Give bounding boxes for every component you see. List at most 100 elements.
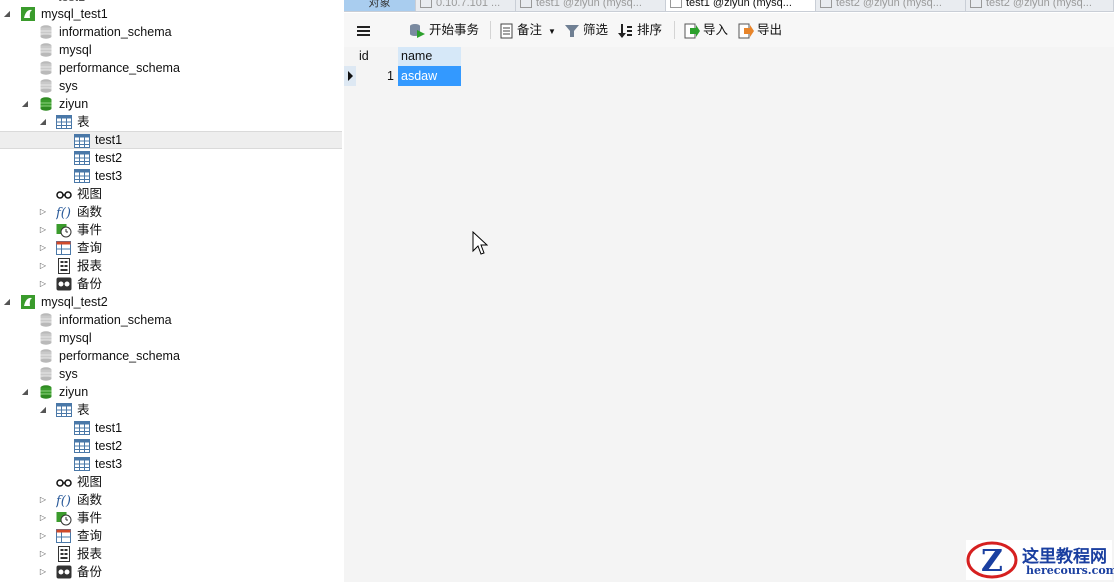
tree-group-event[interactable]: ▷ 事件 xyxy=(0,221,342,239)
column-header-id[interactable]: id xyxy=(356,47,398,66)
begin-transaction-button[interactable]: 开始事务 xyxy=(408,20,479,40)
tree-item-label: 备份 xyxy=(77,277,103,291)
tree-table-test2[interactable]: test2 xyxy=(0,437,342,455)
row-indicator[interactable] xyxy=(344,66,356,86)
tree-item-label: 事件 xyxy=(77,223,103,237)
tree-table-test3[interactable]: test3 xyxy=(0,167,342,185)
tree-database-mysql[interactable]: mysql xyxy=(0,329,342,347)
collapsed-arrow-icon[interactable]: ▷ xyxy=(38,239,48,257)
tree-table-test3[interactable]: test3 xyxy=(0,455,342,473)
sort-icon xyxy=(618,23,632,38)
grid-toolbar: 开始事务 备注 ▼ 筛选 排序 导入 导出 xyxy=(344,13,1114,47)
filter-funnel-icon xyxy=(565,24,579,37)
cell-name-selected[interactable]: asdaw xyxy=(398,66,461,86)
tab-table-icon xyxy=(970,0,982,9)
tree-database-ziyun[interactable]: ◢ ziyun xyxy=(0,383,342,401)
table-icon xyxy=(74,133,90,149)
database-icon xyxy=(38,366,54,382)
collapsed-arrow-icon[interactable]: ▷ xyxy=(38,563,48,581)
tree-connection-0[interactable]: ◢ mysql_test1 xyxy=(0,5,342,23)
tree-item-label: 报表 xyxy=(77,547,103,561)
expanded-arrow-icon[interactable]: ◢ xyxy=(38,401,48,419)
tab-test2-table[interactable]: test2 @ziyun (mysq... xyxy=(966,0,1114,11)
tables-folder-icon xyxy=(56,114,72,130)
tree-database-performance-schema[interactable]: performance_schema xyxy=(0,59,342,77)
expanded-arrow-icon[interactable]: ◢ xyxy=(2,293,12,311)
collapsed-arrow-icon[interactable]: ▷ xyxy=(38,491,48,509)
collapsed-arrow-icon[interactable]: ▷ xyxy=(38,221,48,239)
tab-test1-active[interactable]: test1 @ziyun (mysq... xyxy=(666,0,816,11)
database-icon xyxy=(38,348,54,364)
tree-item-label: sys xyxy=(59,367,78,381)
expanded-arrow-icon[interactable]: ◢ xyxy=(20,383,30,401)
tree-item-label: 表 xyxy=(77,115,90,129)
expanded-arrow-icon[interactable]: ◢ xyxy=(20,95,30,113)
collapsed-arrow-icon[interactable]: ▷ xyxy=(38,257,48,275)
tree-group-backup[interactable]: ▷ 备份 xyxy=(0,275,342,293)
import-button[interactable]: 导入 xyxy=(684,20,728,40)
tree-tables-folder[interactable]: ◢ 表 xyxy=(0,401,342,419)
cell-id[interactable]: 1 xyxy=(356,66,398,86)
collapsed-arrow-icon[interactable]: ▷ xyxy=(38,275,48,293)
tab-query-server[interactable]: 0.10.7.101 ... xyxy=(416,0,516,11)
filter-button[interactable]: 筛选 xyxy=(564,20,608,40)
table-icon xyxy=(74,150,90,166)
svg-text:f(): f() xyxy=(56,206,71,220)
tree-group-query[interactable]: ▷ 查询 xyxy=(0,527,342,545)
tree-database-performance-schema[interactable]: performance_schema xyxy=(0,347,342,365)
tree-group-query[interactable]: ▷ 查询 xyxy=(0,239,342,257)
collapsed-arrow-icon[interactable]: ▷ xyxy=(38,203,48,221)
tree-database-sys[interactable]: sys xyxy=(0,365,342,383)
table-icon xyxy=(74,168,90,184)
menu-button[interactable] xyxy=(356,20,375,40)
tree-table-test2[interactable]: test2 xyxy=(0,149,342,167)
tree-tables-folder[interactable]: ◢ 表 xyxy=(0,113,342,131)
backup-icon xyxy=(56,276,72,292)
tree-item-label: 视图 xyxy=(77,187,103,201)
database-icon xyxy=(38,330,54,346)
expanded-arrow-icon[interactable]: ◢ xyxy=(38,113,48,131)
tree-database-information-schema[interactable]: information_schema xyxy=(0,23,342,41)
tree-database-ziyun[interactable]: ◢ ziyun xyxy=(0,95,342,113)
tree-item-label: 查询 xyxy=(77,241,103,255)
database-icon xyxy=(38,60,54,76)
tree-table-test1[interactable]: test1 xyxy=(0,419,342,437)
tree-group-event[interactable]: ▷ 事件 xyxy=(0,509,342,527)
tree-table-test1[interactable]: test1 xyxy=(0,131,342,149)
tree-database-sys[interactable]: sys xyxy=(0,77,342,95)
tree-database-information-schema[interactable]: information_schema xyxy=(0,311,342,329)
toolbar-separator xyxy=(674,21,675,39)
tab-test1-a[interactable]: test1 @ziyun (mysq... xyxy=(516,0,666,11)
column-header-name[interactable]: name xyxy=(398,47,461,66)
report-icon xyxy=(56,258,72,274)
tree-group-report[interactable]: ▷ 报表 xyxy=(0,257,342,275)
export-button[interactable]: 导出 xyxy=(738,20,782,40)
collapsed-arrow-icon[interactable]: ▷ xyxy=(38,545,48,563)
tree-group-view[interactable]: 视图 xyxy=(0,185,342,203)
tree-group-report[interactable]: ▷ 报表 xyxy=(0,545,342,563)
tree-database-mysql[interactable]: mysql xyxy=(0,41,342,59)
tab-edit-icon xyxy=(820,0,832,9)
sort-button[interactable]: 排序 xyxy=(618,20,662,40)
collapsed-arrow-icon[interactable]: ▷ xyxy=(38,509,48,527)
comment-dropdown-icon[interactable]: ▼ xyxy=(548,27,556,36)
tree-group-view[interactable]: 视图 xyxy=(0,473,342,491)
tree-group-backup[interactable]: ▷ 备份 xyxy=(0,563,342,581)
expanded-arrow-icon[interactable]: ◢ xyxy=(2,5,12,23)
tree-item-label: ziyun xyxy=(59,385,89,399)
comment-button[interactable]: 备注 ▼ xyxy=(500,20,556,40)
data-grid[interactable]: id name 1 asdaw xyxy=(344,47,1114,582)
hamburger-menu-icon xyxy=(357,25,370,36)
query-icon xyxy=(56,240,72,256)
navigation-tree[interactable]: test1 ◢mysql_test1information_schemamysq… xyxy=(0,0,344,582)
tree-group-function[interactable]: ▷ f() 函数 xyxy=(0,203,342,221)
tab-table-icon xyxy=(670,0,682,9)
tree-group-function[interactable]: ▷ f() 函数 xyxy=(0,491,342,509)
collapsed-arrow-icon[interactable]: ▷ xyxy=(38,527,48,545)
tree-item-label: ziyun xyxy=(59,97,89,111)
tree-connection-1[interactable]: ◢ mysql_test2 xyxy=(0,293,342,311)
tab-test2-query[interactable]: test2 @ziyun (mysq... xyxy=(816,0,966,11)
tree-item-label: test2 xyxy=(95,439,123,453)
watermark: Z 这里教程网 herecours.com xyxy=(966,540,1114,580)
tab-objects[interactable]: 对象 xyxy=(344,0,416,11)
